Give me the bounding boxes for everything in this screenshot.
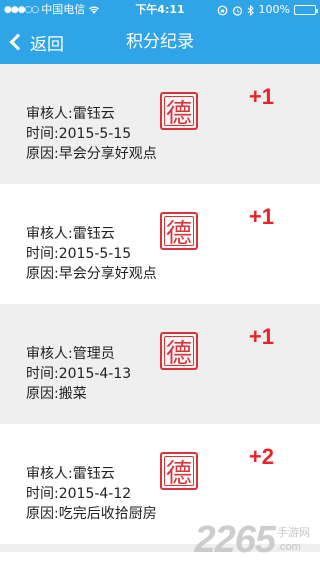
nav-bar: 返回 积分纪录 <box>0 20 320 64</box>
site-watermark: 2265 手游网 .com <box>194 519 310 562</box>
points-value: +2 <box>248 444 274 469</box>
battery-percent: 100% <box>258 3 290 16</box>
reviewer-text: 审核人:雷钰云 <box>26 226 115 242</box>
orientation-lock-icon <box>217 5 227 15</box>
reason-text: 原因:搬菜 <box>26 386 87 402</box>
battery-icon <box>294 5 318 15</box>
back-label: 返回 <box>30 34 64 55</box>
time-text: 时间:2015-4-13 <box>26 366 132 382</box>
list-item[interactable]: 审核人:雷钰云 时间:2015-5-15 原因:早会分享好观点 德 +1 <box>0 64 320 184</box>
time-text: 时间:2015-5-15 <box>26 126 132 142</box>
reviewer-text: 审核人:管理员 <box>26 346 115 362</box>
virtue-stamp-icon: 德 <box>160 452 198 490</box>
reason-text: 原因:吃完后收拾厨房 <box>26 506 157 522</box>
status-bar: ●●●○○ 中国电信 下午4:11 100% <box>0 0 320 20</box>
points-value: +1 <box>248 204 274 229</box>
reviewer-text: 审核人:雷钰云 <box>26 106 115 122</box>
virtue-stamp-icon: 德 <box>160 212 198 250</box>
points-value: +1 <box>248 84 274 109</box>
watermark-domain: .com <box>277 541 301 553</box>
back-button[interactable]: 返回 <box>6 20 64 64</box>
time-text: 时间:2015-5-15 <box>26 246 132 262</box>
list-item[interactable]: 审核人:管理员 时间:2015-4-13 原因:搬菜 德 +1 <box>0 304 320 424</box>
points-value: +1 <box>248 324 274 349</box>
bluetooth-icon <box>247 4 254 16</box>
chevron-left-icon <box>9 33 27 51</box>
time-text: 时间:2015-4-12 <box>26 486 132 502</box>
alarm-icon <box>232 5 242 16</box>
reason-text: 原因:早会分享好观点 <box>26 146 157 162</box>
list-item[interactable]: 审核人:雷钰云 时间:2015-5-15 原因:早会分享好观点 德 +1 <box>0 184 320 304</box>
reviewer-text: 审核人:雷钰云 <box>26 466 115 482</box>
virtue-stamp-icon: 德 <box>160 332 198 370</box>
watermark-number: 2265 <box>194 519 276 561</box>
watermark-suffix: 手游网 <box>277 527 310 539</box>
points-record-list: 审核人:雷钰云 时间:2015-5-15 原因:早会分享好观点 德 +1 审核人… <box>0 64 320 552</box>
virtue-stamp-icon: 德 <box>160 92 198 130</box>
reason-text: 原因:早会分享好观点 <box>26 266 157 282</box>
